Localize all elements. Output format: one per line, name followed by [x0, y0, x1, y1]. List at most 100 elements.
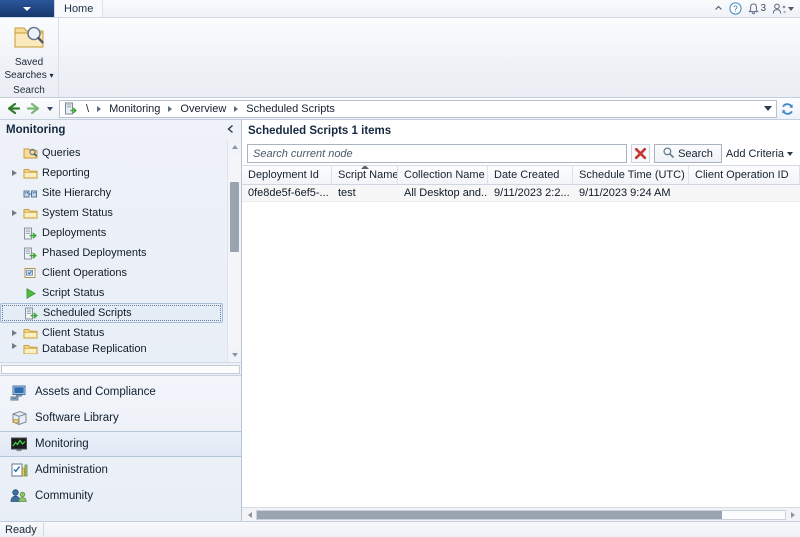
breadcrumb[interactable]: \ Monitoring Overview Scheduled Scripts — [59, 99, 777, 118]
table-row[interactable]: 0fe8de5f-6ef5-... test All Desktop and..… — [242, 185, 800, 202]
tab-home-label: Home — [64, 2, 94, 15]
grid-body: 0fe8de5f-6ef5-... test All Desktop and..… — [242, 185, 800, 507]
tab-home[interactable]: Home — [55, 0, 104, 17]
expander-icon[interactable] — [8, 210, 21, 216]
tree-item-script-status[interactable]: Script Status — [0, 283, 227, 303]
column-header-label: Collection Name — [404, 169, 485, 181]
tree-item-scheduled-scripts[interactable]: Scheduled Scripts — [0, 303, 223, 323]
breadcrumb-item-monitoring[interactable]: Monitoring — [104, 101, 165, 117]
chevron-down-icon — [23, 6, 31, 11]
column-header-client-operation-id[interactable]: Client Operation ID — [689, 166, 800, 184]
column-header-deployment-id[interactable]: Deployment Id — [242, 166, 332, 184]
add-criteria-button[interactable]: Add Criteria — [726, 148, 795, 160]
add-criteria-label: Add Criteria — [725, 147, 784, 160]
chevron-down-icon[interactable] — [764, 106, 772, 111]
search-bar: Search Add Criteria — [242, 142, 800, 165]
tree-item-label: Site Hierarchy — [42, 186, 112, 199]
column-header-collection-name[interactable]: Collection Name — [398, 166, 488, 184]
tree-item-system-status[interactable]: System Status — [0, 203, 227, 223]
recent-locations-button[interactable] — [43, 100, 56, 118]
notifications-bell-icon[interactable]: 3 — [748, 2, 766, 15]
refresh-button[interactable] — [777, 100, 797, 118]
scroll-left-button[interactable] — [243, 509, 256, 521]
sort-ascending-icon — [360, 166, 369, 169]
saved-searches-icon — [12, 22, 46, 55]
scroll-right-button[interactable] — [786, 509, 799, 521]
content-pane: Scheduled Scripts 1 items Search current… — [242, 120, 800, 521]
tree-item-client-operations[interactable]: Client Operations — [0, 263, 227, 283]
main-body: Monitoring Queries Reporting Site Hierar… — [0, 120, 800, 521]
chevron-right-icon[interactable] — [168, 105, 173, 112]
expander-icon[interactable] — [8, 343, 21, 349]
cell-deployment-id: 0fe8de5f-6ef5-... — [248, 187, 329, 199]
navigation-tree-horizontal-scrollbar[interactable] — [0, 362, 241, 375]
saved-searches-button[interactable]: Saved Searches ▾ — [0, 22, 58, 81]
column-header-label: Script Name — [338, 169, 398, 181]
column-header-label: Client Operation ID — [695, 169, 789, 181]
column-header-script-name[interactable]: Script Name — [332, 166, 398, 184]
navigation-pane-title: Monitoring — [6, 124, 66, 136]
chevron-down-icon — [787, 151, 793, 156]
saved-searches-label-line2: Searches ▾ — [4, 70, 53, 81]
workspace-switcher: Assets and Compliance Software Library M… — [0, 375, 241, 521]
chevron-right-icon[interactable] — [97, 105, 102, 112]
search-button[interactable]: Search — [654, 144, 722, 163]
scrollbar-track[interactable] — [256, 509, 786, 520]
breadcrumb-root[interactable]: \ — [81, 101, 94, 117]
breadcrumb-root-icon[interactable] — [62, 102, 80, 115]
tree-item-database-replication[interactable]: Database Replication — [0, 343, 227, 354]
search-input[interactable] — [247, 144, 628, 163]
administration-icon — [8, 462, 30, 479]
chevron-down-icon[interactable]: ▾ — [50, 71, 54, 80]
column-header-schedule-time-utc[interactable]: Schedule Time (UTC) — [573, 166, 689, 184]
user-account-icon[interactable] — [772, 3, 794, 15]
saved-searches-label-line1: Saved — [14, 57, 44, 68]
assets-icon — [8, 384, 30, 401]
expander-icon[interactable] — [8, 330, 21, 336]
cell-collection-name: All Desktop and... — [404, 187, 488, 199]
minimize-ribbon-icon[interactable] — [714, 4, 723, 13]
folder-icon — [21, 343, 39, 354]
column-header-date-created[interactable]: Date Created — [488, 166, 573, 184]
client-operations-icon — [21, 267, 39, 280]
folder-icon — [21, 167, 39, 180]
tree-item-queries[interactable]: Queries — [0, 143, 227, 163]
tree-item-client-status[interactable]: Client Status — [0, 323, 227, 343]
breadcrumb-item-overview[interactable]: Overview — [175, 101, 231, 117]
help-icon[interactable]: ? — [729, 2, 743, 15]
tree-item-site-hierarchy[interactable]: Site Hierarchy — [0, 183, 227, 203]
expander-icon[interactable] — [8, 170, 21, 176]
column-header-label: Deployment Id — [248, 169, 319, 181]
workspace-assets-and-compliance[interactable]: Assets and Compliance — [0, 379, 241, 405]
workspace-community[interactable]: Community — [0, 483, 241, 509]
workspace-monitoring[interactable]: Monitoring — [0, 431, 241, 457]
monitoring-icon — [8, 436, 30, 453]
workspace-administration[interactable]: Administration — [0, 457, 241, 483]
scrollbar-track[interactable] — [1, 364, 240, 374]
folder-icon — [21, 327, 39, 340]
scroll-up-button[interactable] — [228, 140, 241, 154]
scroll-down-button[interactable] — [228, 348, 241, 362]
script-status-icon — [21, 287, 39, 300]
tree-item-phased-deployments[interactable]: Phased Deployments — [0, 243, 227, 263]
navigation-pane-header: Monitoring — [0, 120, 241, 140]
breadcrumb-item-scheduled-scripts[interactable]: Scheduled Scripts — [241, 101, 340, 117]
tree-item-deployments[interactable]: Deployments — [0, 223, 227, 243]
application-menu-button[interactable] — [0, 0, 55, 17]
clear-search-button[interactable] — [631, 144, 651, 163]
forward-button[interactable] — [23, 100, 43, 118]
tree-item-reporting[interactable]: Reporting — [0, 163, 227, 183]
workspace-label: Monitoring — [35, 438, 89, 450]
navigation-tree-vertical-scrollbar[interactable] — [227, 140, 241, 362]
collapse-pane-icon[interactable] — [226, 124, 235, 137]
column-header-label: Date Created — [494, 169, 560, 181]
tree-item-label: System Status — [42, 206, 113, 219]
back-button[interactable] — [3, 100, 23, 118]
chevron-right-icon[interactable] — [234, 105, 239, 112]
workspace-software-library[interactable]: Software Library — [0, 405, 241, 431]
scrollbar-thumb[interactable] — [257, 510, 722, 519]
tree-item-label: Database Replication — [42, 343, 147, 354]
tree-item-label: Script Status — [42, 286, 105, 299]
grid-horizontal-scrollbar[interactable] — [242, 507, 800, 521]
scrollbar-thumb[interactable] — [230, 182, 239, 252]
